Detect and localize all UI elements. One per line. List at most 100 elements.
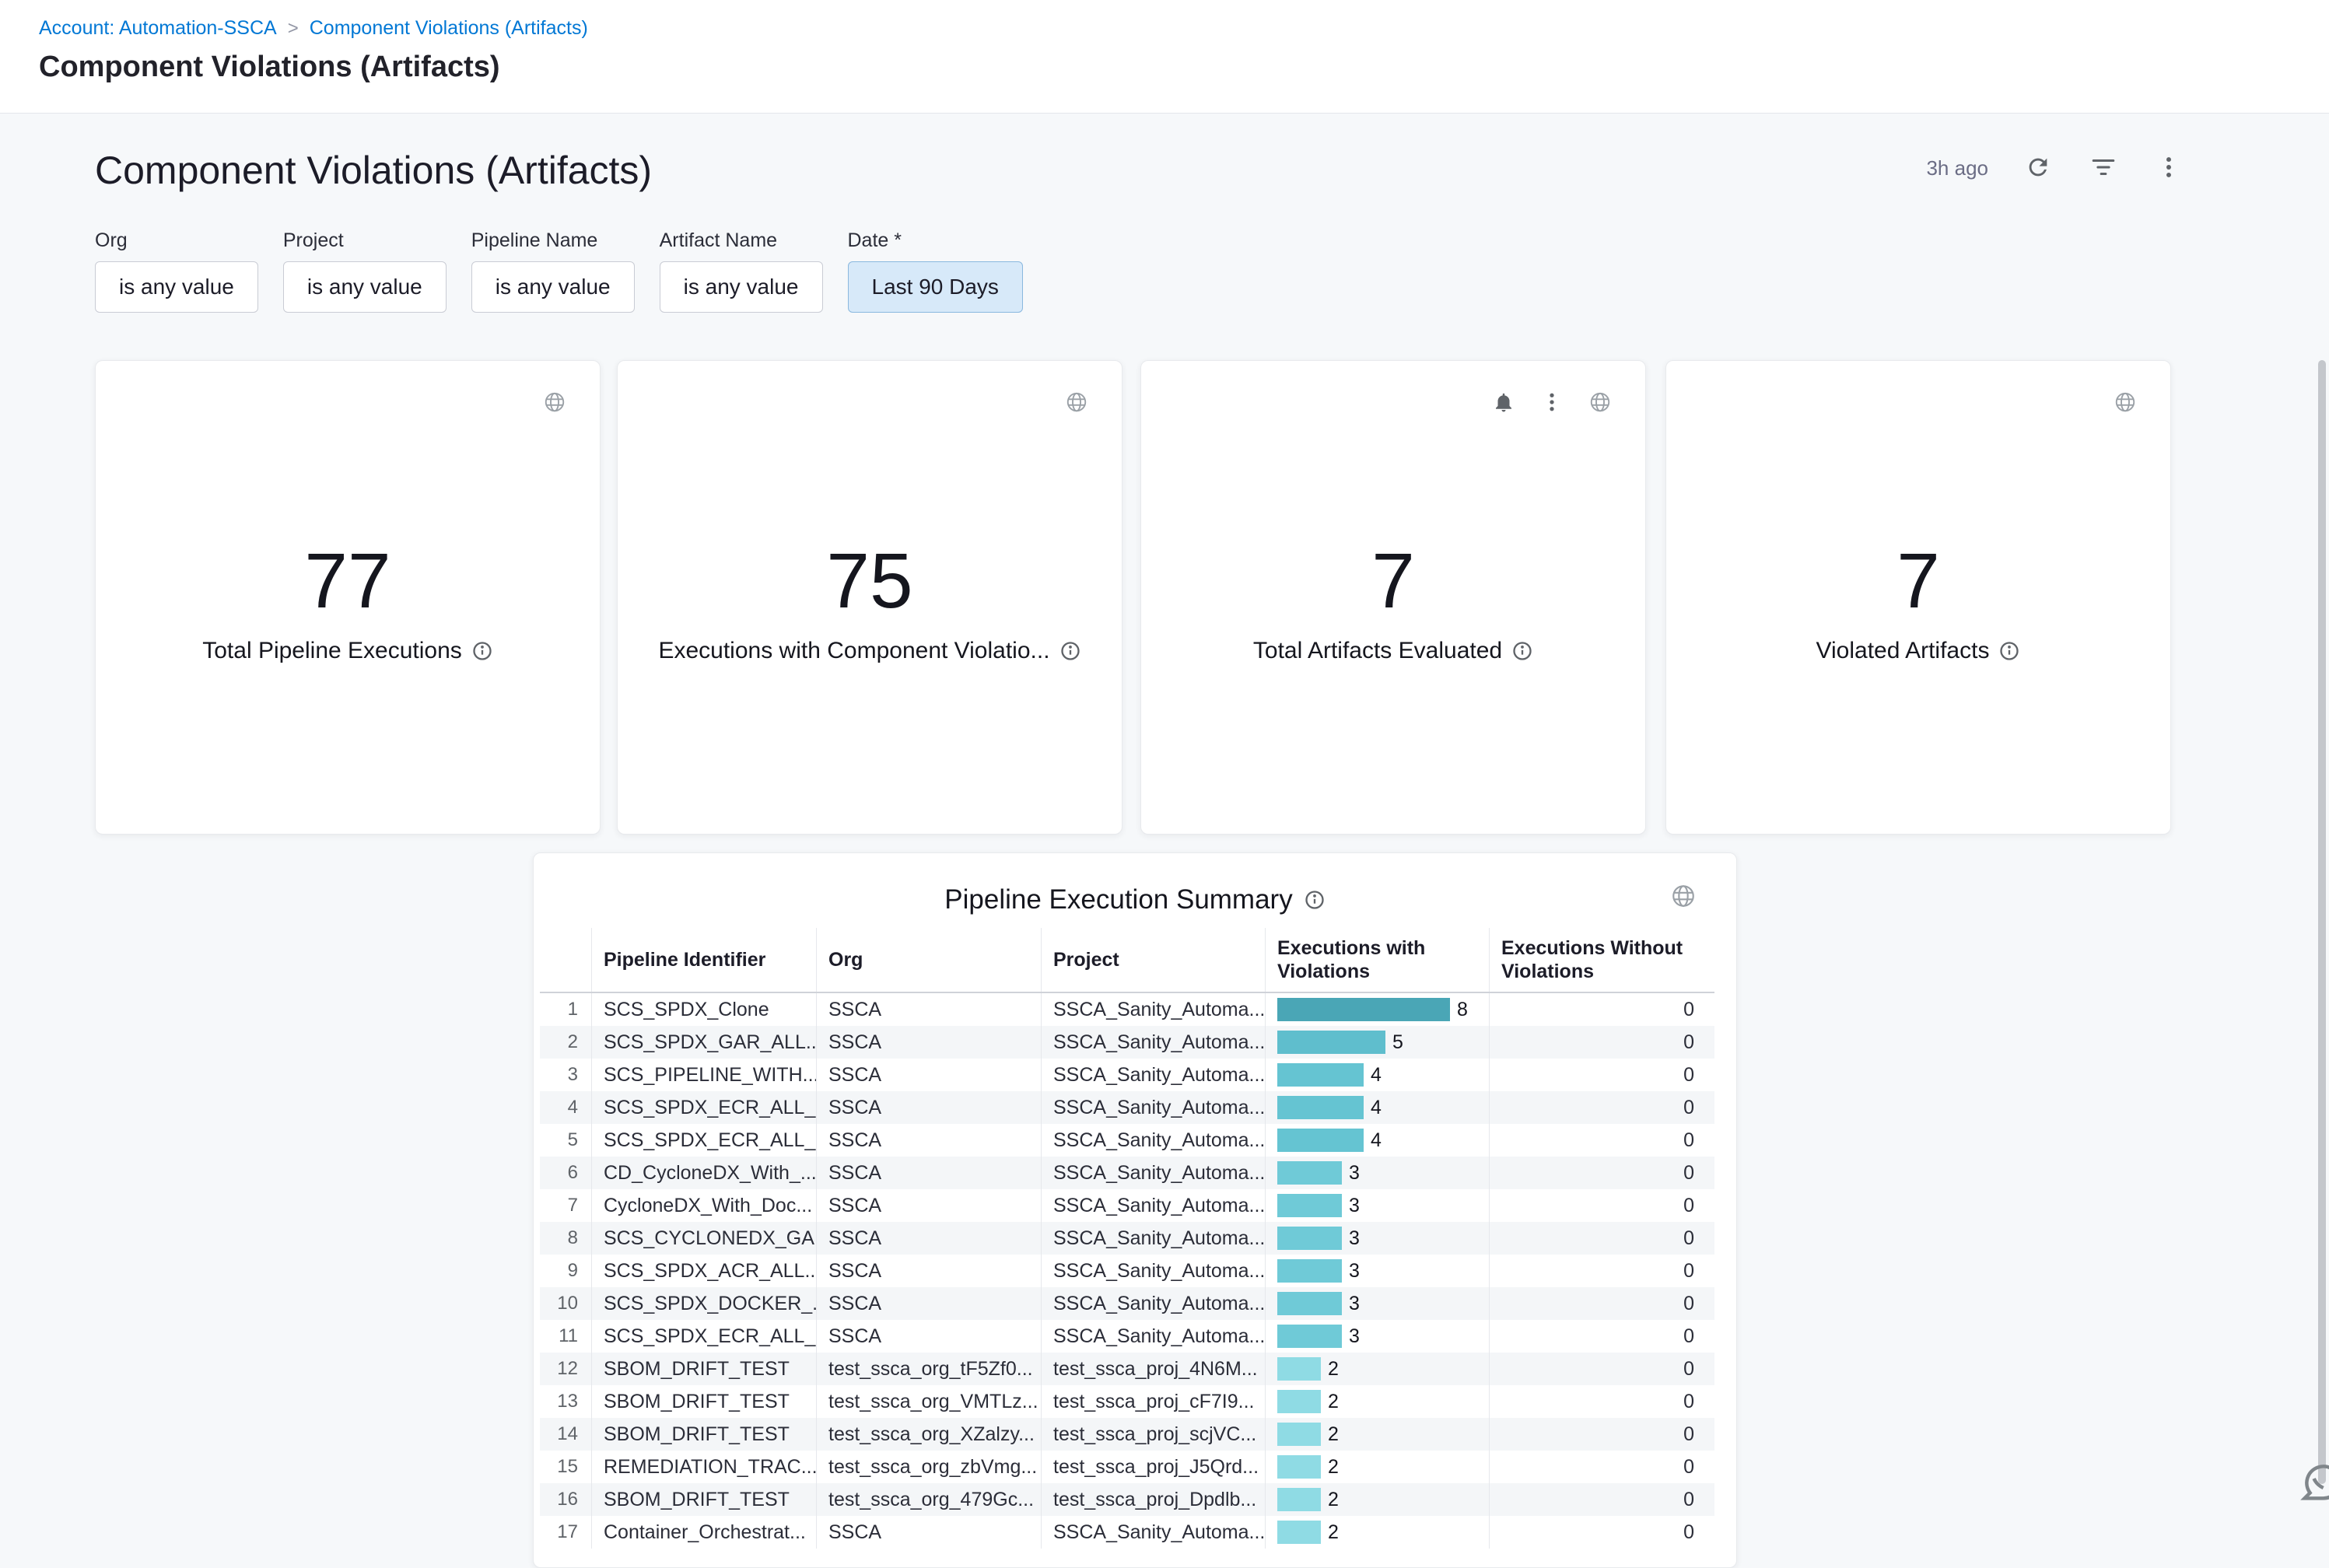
cell-project: SSCA_Sanity_Automa... bbox=[1042, 1189, 1266, 1222]
globe-icon bbox=[543, 390, 566, 416]
filter-date-value-button[interactable]: Last 90 Days bbox=[848, 261, 1023, 313]
table-row[interactable]: 10 SCS_SPDX_DOCKER_... SSCA SSCA_Sanity_… bbox=[540, 1287, 1714, 1320]
chat-bubble-icon bbox=[2296, 1496, 2329, 1510]
table-row[interactable]: 15 REMEDIATION_TRAC... test_ssca_org_zbV… bbox=[540, 1451, 1714, 1483]
bar-value: 4 bbox=[1371, 1097, 1382, 1119]
vertical-scrollbar-thumb[interactable] bbox=[2318, 360, 2326, 1484]
cell-executions-without-violations: 0 bbox=[1490, 1091, 1714, 1124]
col-header-pipeline-identifier[interactable]: Pipeline Identifier bbox=[592, 928, 817, 992]
row-index: 15 bbox=[540, 1451, 592, 1483]
info-icon[interactable] bbox=[471, 640, 493, 662]
table-row[interactable]: 14 SBOM_DRIFT_TEST test_ssca_org_XZalzy.… bbox=[540, 1418, 1714, 1451]
cell-org: SSCA bbox=[817, 993, 1042, 1026]
metric-value: 77 bbox=[96, 537, 600, 626]
table-title: Pipeline Execution Summary bbox=[944, 884, 1292, 915]
table-row[interactable]: 11 SCS_SPDX_ECR_ALL_... SSCA SSCA_Sanity… bbox=[540, 1320, 1714, 1353]
bar-value: 3 bbox=[1349, 1162, 1360, 1185]
cell-pipeline: SCS_SPDX_Clone bbox=[592, 993, 817, 1026]
table-row[interactable]: 3 SCS_PIPELINE_WITH... SSCA SSCA_Sanity_… bbox=[540, 1059, 1714, 1091]
bar-value: 3 bbox=[1349, 1227, 1360, 1250]
info-icon[interactable] bbox=[1304, 889, 1326, 911]
col-header-project[interactable]: Project bbox=[1042, 928, 1266, 992]
table-row[interactable]: 1 SCS_SPDX_Clone SSCA SSCA_Sanity_Automa… bbox=[540, 993, 1714, 1026]
dashboard-menu-button[interactable] bbox=[2153, 152, 2184, 184]
violations-bar bbox=[1277, 1521, 1321, 1544]
table-row[interactable]: 8 SCS_CYCLONEDX_GA... SSCA SSCA_Sanity_A… bbox=[540, 1222, 1714, 1255]
cell-project: SSCA_Sanity_Automa... bbox=[1042, 1059, 1266, 1091]
cell-executions-without-violations: 0 bbox=[1490, 1451, 1714, 1483]
tile-violated-artifacts: 7 Violated Artifacts bbox=[1665, 360, 2171, 835]
filter-pipeline-name-value-button[interactable]: is any value bbox=[471, 261, 635, 313]
info-icon[interactable] bbox=[1998, 640, 2020, 662]
cell-executions-with-violations: 2 bbox=[1266, 1418, 1490, 1451]
col-header-executions-with-violations[interactable]: Executions with Violations bbox=[1266, 928, 1490, 992]
cell-executions-with-violations: 2 bbox=[1266, 1516, 1490, 1549]
tile-explore-button[interactable] bbox=[1585, 387, 1616, 418]
breadcrumb-account-link[interactable]: Account: Automation-SSCA bbox=[39, 17, 277, 40]
row-index: 4 bbox=[540, 1091, 592, 1124]
cell-pipeline: SBOM_DRIFT_TEST bbox=[592, 1483, 817, 1516]
cell-executions-with-violations: 3 bbox=[1266, 1287, 1490, 1320]
cell-project: SSCA_Sanity_Automa... bbox=[1042, 1091, 1266, 1124]
filter-project-value-button[interactable]: is any value bbox=[283, 261, 447, 313]
table-row[interactable]: 16 SBOM_DRIFT_TEST test_ssca_org_479Gc..… bbox=[540, 1483, 1714, 1516]
cell-project: test_ssca_proj_4N6M... bbox=[1042, 1353, 1266, 1385]
filter-date-label: Date * bbox=[848, 229, 1023, 252]
tile-explore-button[interactable] bbox=[1061, 387, 1092, 418]
cell-org: SSCA bbox=[817, 1287, 1042, 1320]
filter-icon bbox=[2090, 154, 2117, 183]
col-header-org[interactable]: Org bbox=[817, 928, 1042, 992]
violations-bar bbox=[1277, 1325, 1342, 1348]
dashboard-title: Component Violations (Artifacts) bbox=[95, 148, 652, 193]
table-explore-button[interactable] bbox=[1668, 881, 1699, 912]
tile-explore-button[interactable] bbox=[2110, 387, 2141, 418]
filter-toggle-button[interactable] bbox=[2088, 152, 2119, 184]
table-row[interactable]: 6 CD_CycloneDX_With_... SSCA SSCA_Sanity… bbox=[540, 1157, 1714, 1189]
breadcrumb-current-link[interactable]: Component Violations (Artifacts) bbox=[310, 17, 588, 40]
bar-value: 2 bbox=[1328, 1358, 1339, 1381]
cell-project: SSCA_Sanity_Automa... bbox=[1042, 993, 1266, 1026]
row-index: 11 bbox=[540, 1320, 592, 1353]
filter-artifact-name: Artifact Name is any value bbox=[660, 229, 823, 313]
metric-label: Total Artifacts Evaluated bbox=[1253, 638, 1502, 664]
col-header-executions-without-violations[interactable]: Executions Without Violations bbox=[1490, 928, 1714, 992]
filter-org-value-button[interactable]: is any value bbox=[95, 261, 258, 313]
table-row[interactable]: 2 SCS_SPDX_GAR_ALL... SSCA SSCA_Sanity_A… bbox=[540, 1026, 1714, 1059]
refresh-button[interactable] bbox=[2023, 152, 2054, 184]
bar-value: 3 bbox=[1349, 1325, 1360, 1348]
table-row[interactable]: 13 SBOM_DRIFT_TEST test_ssca_org_VMTLz..… bbox=[540, 1385, 1714, 1418]
cell-pipeline: SCS_PIPELINE_WITH... bbox=[592, 1059, 817, 1091]
cell-executions-without-violations: 0 bbox=[1490, 1124, 1714, 1157]
info-icon[interactable] bbox=[1511, 640, 1533, 662]
metric-label: Total Pipeline Executions bbox=[202, 638, 462, 664]
filter-project-label: Project bbox=[283, 229, 447, 252]
info-icon[interactable] bbox=[1059, 640, 1081, 662]
cell-project: SSCA_Sanity_Automa... bbox=[1042, 1516, 1266, 1549]
col-header-index bbox=[540, 928, 592, 992]
tile-menu-button[interactable] bbox=[1536, 387, 1567, 418]
row-index: 1 bbox=[540, 993, 592, 1026]
cell-executions-without-violations: 0 bbox=[1490, 1255, 1714, 1287]
tile-alerts-button[interactable] bbox=[1488, 387, 1519, 418]
table-row[interactable]: 12 SBOM_DRIFT_TEST test_ssca_org_tF5Zf0.… bbox=[540, 1353, 1714, 1385]
cell-pipeline: SCS_SPDX_GAR_ALL... bbox=[592, 1026, 817, 1059]
filter-artifact-name-value-button[interactable]: is any value bbox=[660, 261, 823, 313]
filter-pipeline-name-label: Pipeline Name bbox=[471, 229, 635, 252]
table-row[interactable]: 7 CycloneDX_With_Doc... SSCA SSCA_Sanity… bbox=[540, 1189, 1714, 1222]
cell-org: SSCA bbox=[817, 1516, 1042, 1549]
cell-executions-without-violations: 0 bbox=[1490, 1026, 1714, 1059]
metric-value: 7 bbox=[1666, 537, 2170, 626]
cell-executions-with-violations: 4 bbox=[1266, 1091, 1490, 1124]
table-row[interactable]: 17 Container_Orchestrat... SSCA SSCA_San… bbox=[540, 1516, 1714, 1549]
tile-explore-button[interactable] bbox=[539, 387, 570, 418]
cell-project: SSCA_Sanity_Automa... bbox=[1042, 1255, 1266, 1287]
table-row[interactable]: 9 SCS_SPDX_ACR_ALL... SSCA SSCA_Sanity_A… bbox=[540, 1255, 1714, 1287]
table-row[interactable]: 4 SCS_SPDX_ECR_ALL_... SSCA SSCA_Sanity_… bbox=[540, 1091, 1714, 1124]
globe-icon bbox=[1065, 390, 1088, 416]
cell-org: SSCA bbox=[817, 1189, 1042, 1222]
help-chat-button[interactable] bbox=[2296, 1457, 2329, 1510]
cell-org: SSCA bbox=[817, 1091, 1042, 1124]
table-row[interactable]: 5 SCS_SPDX_ECR_ALL_... SSCA SSCA_Sanity_… bbox=[540, 1124, 1714, 1157]
bar-value: 2 bbox=[1328, 1391, 1339, 1413]
cell-executions-with-violations: 4 bbox=[1266, 1059, 1490, 1091]
